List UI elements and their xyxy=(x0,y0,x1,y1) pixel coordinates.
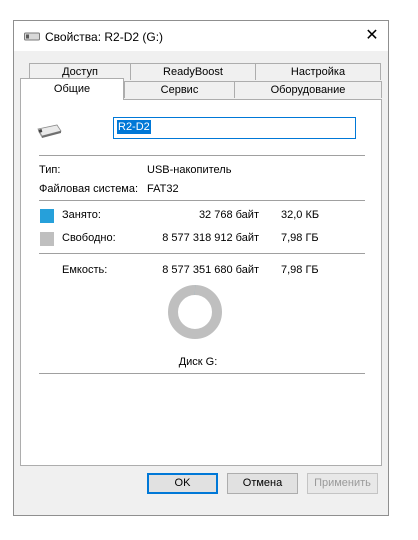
properties-dialog: Свойства: R2-D2 (G:) ✕ Доступ ReadyBoost… xyxy=(13,20,389,516)
used-size: 32,0 КБ xyxy=(281,209,320,221)
file-system-label: Файловая система: xyxy=(39,183,139,195)
ok-button[interactable]: OK xyxy=(147,473,218,494)
separator xyxy=(39,253,365,254)
free-label: Свободно: xyxy=(62,232,116,244)
free-bytes: 8 577 318 912 байт xyxy=(162,232,259,244)
volume-name-input[interactable]: R2-D2 xyxy=(113,117,356,139)
usb-drive-icon xyxy=(24,32,40,41)
free-space-ring xyxy=(168,285,222,339)
disk-usage-chart xyxy=(168,285,222,339)
capacity-bytes: 8 577 351 680 байт xyxy=(162,264,259,276)
tab-hardware[interactable]: Оборудование xyxy=(234,81,382,98)
window-title: Свойства: R2-D2 (G:) xyxy=(45,30,164,44)
capacity-size: 7,98 ГБ xyxy=(281,264,319,276)
volume-name-selection: R2-D2 xyxy=(117,120,151,134)
separator xyxy=(39,200,365,201)
separator xyxy=(39,155,365,156)
free-space-swatch xyxy=(40,232,54,246)
capacity-label: Емкость: xyxy=(62,264,108,276)
used-space-swatch xyxy=(40,209,54,223)
type-value: USB-накопитель xyxy=(147,164,232,176)
usb-drive-icon xyxy=(37,124,62,138)
file-system-value: FAT32 xyxy=(147,183,179,195)
tab-customize[interactable]: Настройка xyxy=(255,63,381,80)
general-tab-panel: R2-D2 Тип: USB-накопитель Файловая систе… xyxy=(20,99,382,466)
title-bar[interactable]: Свойства: R2-D2 (G:) ✕ xyxy=(14,21,388,51)
type-label: Тип: xyxy=(39,164,61,176)
separator xyxy=(39,373,365,374)
tab-readyboost[interactable]: ReadyBoost xyxy=(130,63,256,80)
close-button[interactable]: ✕ xyxy=(362,26,382,46)
apply-button[interactable]: Применить xyxy=(307,473,378,494)
free-size: 7,98 ГБ xyxy=(281,232,319,244)
used-bytes: 32 768 байт xyxy=(198,209,259,221)
cancel-button[interactable]: Отмена xyxy=(227,473,298,494)
close-icon: ✕ xyxy=(365,27,379,44)
disk-label: Диск G: xyxy=(178,356,218,368)
tab-general[interactable]: Общие xyxy=(20,78,124,100)
used-label: Занято: xyxy=(62,209,101,221)
tab-tools[interactable]: Сервис xyxy=(124,81,235,98)
